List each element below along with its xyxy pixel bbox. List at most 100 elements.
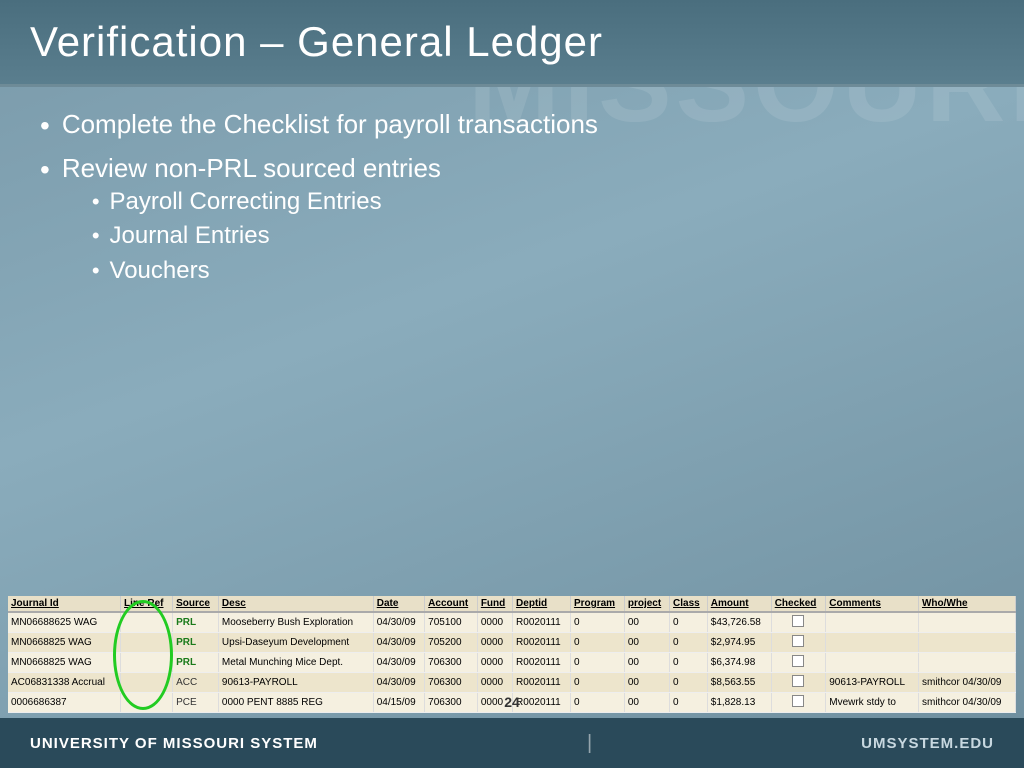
cell-desc: Mooseberry Bush Exploration xyxy=(218,612,373,633)
header: Verification – General Ledger xyxy=(0,0,1024,87)
main-content: • Complete the Checklist for payroll tra… xyxy=(0,87,1024,311)
cell-source: PCE xyxy=(173,693,219,713)
sub-bullet-text-3: Vouchers xyxy=(110,257,210,285)
cell-source: ACC xyxy=(173,673,219,693)
cell-journal-id: MN0668825 WAG xyxy=(8,633,121,653)
cell-fund: 0000 xyxy=(477,673,512,693)
cell-who-whe: smithcor 04/30/09 xyxy=(918,693,1015,713)
table-row: MN0668825 WAG PRL Upsi-Daseyum Developme… xyxy=(8,633,1016,653)
cell-class: 0 xyxy=(670,633,708,653)
table-row: MN06688625 WAG PRL Mooseberry Bush Explo… xyxy=(8,612,1016,633)
cell-account: 706300 xyxy=(425,673,478,693)
cell-journal-id: AC06831338 Accrual xyxy=(8,673,121,693)
cell-desc: 90613-PAYROLL xyxy=(218,673,373,693)
cell-account: 705200 xyxy=(425,633,478,653)
table-header-row: Journal Id Line Ref Source Desc Date Acc… xyxy=(8,596,1016,612)
footer-divider: | xyxy=(587,732,592,755)
cell-program: 0 xyxy=(570,653,624,673)
cell-who-whe xyxy=(918,653,1015,673)
cell-date: 04/30/09 xyxy=(373,633,424,653)
slide-title: Verification – General Ledger xyxy=(30,18,994,66)
footer: UNIVERSITY OF MISSOURI SYSTEM | UMSYSTEM… xyxy=(0,718,1024,768)
cell-who-whe: smithcor 04/30/09 xyxy=(918,673,1015,693)
cell-checked[interactable] xyxy=(771,633,826,653)
bullet-dot-1: • xyxy=(40,109,50,143)
cell-project: 00 xyxy=(624,653,669,673)
col-date: Date xyxy=(373,596,424,612)
slide: MISSOURI Verification – General Ledger •… xyxy=(0,0,1024,768)
cell-who-whe xyxy=(918,633,1015,653)
cell-class: 0 xyxy=(670,693,708,713)
checkbox[interactable] xyxy=(792,675,804,687)
sub-bullet-dot-3: • xyxy=(92,257,100,286)
cell-desc: 0000 PENT 8885 REG xyxy=(218,693,373,713)
cell-date: 04/30/09 xyxy=(373,653,424,673)
cell-desc: Upsi-Daseyum Development xyxy=(218,633,373,653)
page-number: 24 xyxy=(504,694,520,710)
cell-checked[interactable] xyxy=(771,693,826,713)
cell-desc: Metal Munching Mice Dept. xyxy=(218,653,373,673)
cell-comments: Mvewrk stdy to xyxy=(826,693,919,713)
checkbox[interactable] xyxy=(792,615,804,627)
cell-program: 0 xyxy=(570,612,624,633)
cell-checked[interactable] xyxy=(771,673,826,693)
cell-program: 0 xyxy=(570,633,624,653)
checkbox[interactable] xyxy=(792,695,804,707)
cell-checked[interactable] xyxy=(771,653,826,673)
cell-line-ref xyxy=(121,612,173,633)
col-deptid: Deptid xyxy=(513,596,571,612)
checkbox[interactable] xyxy=(792,635,804,647)
sub-bullet-item-2: • Journal Entries xyxy=(92,222,441,251)
cell-account: 705100 xyxy=(425,612,478,633)
cell-project: 00 xyxy=(624,693,669,713)
cell-line-ref xyxy=(121,693,173,713)
cell-journal-id: 0006686387 xyxy=(8,693,121,713)
bullet-item-1: • Complete the Checklist for payroll tra… xyxy=(40,109,984,143)
cell-amount: $8,563.55 xyxy=(707,673,771,693)
cell-source: PRL xyxy=(173,612,219,633)
cell-source: PRL xyxy=(173,653,219,673)
cell-deptid: R0020111 xyxy=(513,612,571,633)
col-project: project xyxy=(624,596,669,612)
cell-comments xyxy=(826,612,919,633)
cell-comments: 90613-PAYROLL xyxy=(826,673,919,693)
sub-bullets: • Payroll Correcting Entries • Journal E… xyxy=(92,188,441,286)
col-who-whe: Who/Whe xyxy=(918,596,1015,612)
cell-fund: 0000 xyxy=(477,633,512,653)
cell-account: 706300 xyxy=(425,693,478,713)
col-journal-id: Journal Id xyxy=(8,596,121,612)
cell-journal-id: MN06688625 WAG xyxy=(8,612,121,633)
col-fund: Fund xyxy=(477,596,512,612)
cell-project: 00 xyxy=(624,612,669,633)
bullet-text-2: Review non-PRL sourced entries xyxy=(62,153,441,183)
cell-comments xyxy=(826,653,919,673)
cell-journal-id: MN0668825 WAG xyxy=(8,653,121,673)
cell-who-whe xyxy=(918,612,1015,633)
col-amount: Amount xyxy=(707,596,771,612)
bullet-dot-2: • xyxy=(40,153,50,187)
sub-bullet-text-2: Journal Entries xyxy=(110,222,270,250)
col-account: Account xyxy=(425,596,478,612)
main-bullets: • Complete the Checklist for payroll tra… xyxy=(40,109,984,291)
checkbox[interactable] xyxy=(792,655,804,667)
cell-checked[interactable] xyxy=(771,612,826,633)
cell-amount: $6,374.98 xyxy=(707,653,771,673)
cell-line-ref xyxy=(121,673,173,693)
cell-deptid: R0020111 xyxy=(513,653,571,673)
cell-deptid: R0020111 xyxy=(513,693,571,713)
sub-bullet-item-3: • Vouchers xyxy=(92,257,441,286)
table-row: AC06831338 Accrual ACC 90613-PAYROLL 04/… xyxy=(8,673,1016,693)
cell-amount: $43,726.58 xyxy=(707,612,771,633)
table-row: MN0668825 WAG PRL Metal Munching Mice De… xyxy=(8,653,1016,673)
col-program: Program xyxy=(570,596,624,612)
bullet-text-1: Complete the Checklist for payroll trans… xyxy=(62,109,598,140)
footer-university: UNIVERSITY OF MISSOURI SYSTEM xyxy=(30,735,318,752)
cell-project: 00 xyxy=(624,633,669,653)
cell-source: PRL xyxy=(173,633,219,653)
cell-deptid: R0020111 xyxy=(513,673,571,693)
col-desc: Desc xyxy=(218,596,373,612)
sub-bullet-dot-1: • xyxy=(92,188,100,217)
bullet-item-2: • Review non-PRL sourced entries • Payro… xyxy=(40,153,984,292)
cell-date: 04/30/09 xyxy=(373,612,424,633)
cell-comments xyxy=(826,633,919,653)
